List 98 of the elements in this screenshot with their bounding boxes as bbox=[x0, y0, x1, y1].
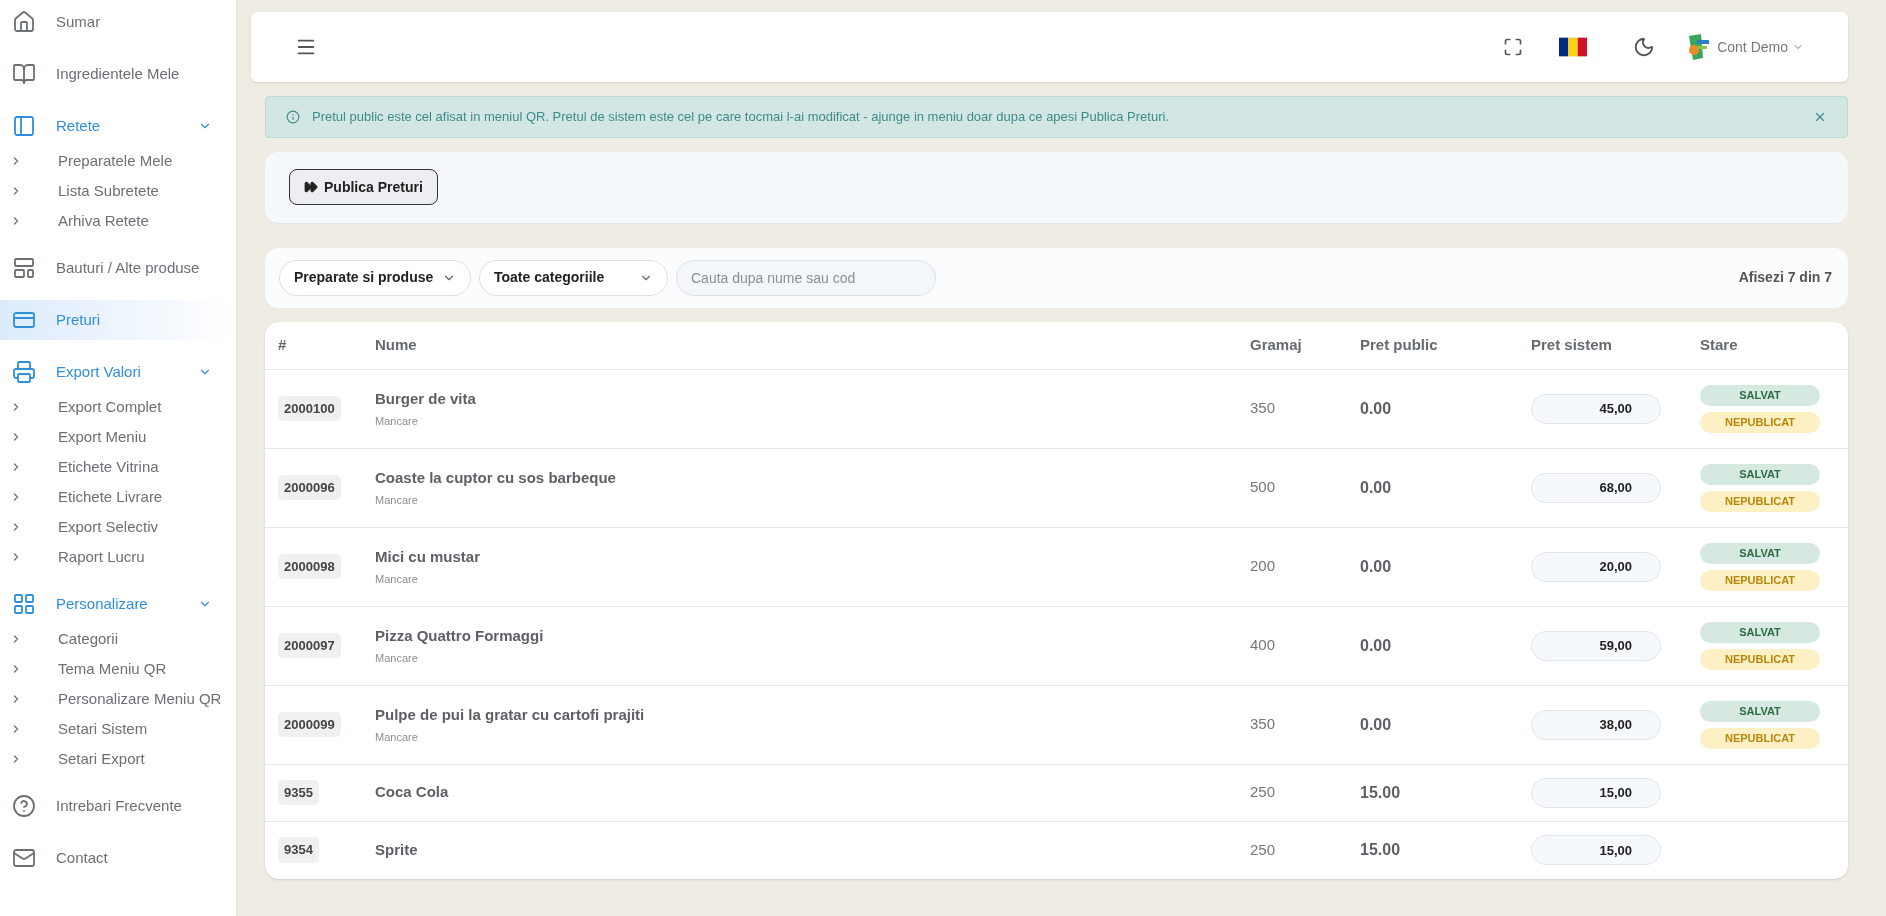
public-price: 0.00 bbox=[1360, 556, 1393, 577]
status-badge: SALVAT bbox=[1700, 700, 1820, 722]
search-field[interactable]: Cauta dupa nume sau cod bbox=[676, 259, 936, 296]
status-badge: SALVAT bbox=[1700, 384, 1820, 406]
fullscreen-icon[interactable] bbox=[1503, 37, 1524, 57]
public-price: 0.00 bbox=[1360, 477, 1393, 498]
system-price-field[interactable]: 20,00 bbox=[1531, 551, 1661, 582]
submenu-item[interactable]: Arhiva Retete bbox=[0, 206, 236, 236]
status-badge: NEPUBLICAT bbox=[1700, 648, 1820, 670]
public-price: 0.00 bbox=[1360, 714, 1393, 735]
sidebar-item[interactable]: Intrebari Frecvente bbox=[0, 786, 236, 826]
layout-icon bbox=[12, 256, 36, 280]
mail-icon bbox=[12, 846, 36, 870]
submenu-item[interactable]: Personalizare Meniu QR bbox=[0, 684, 236, 714]
column-header: Pret sistem bbox=[1531, 334, 1613, 355]
column-header: Stare bbox=[1700, 334, 1739, 355]
public-price: 0.00 bbox=[1360, 635, 1393, 656]
weight-cell-text: 500 bbox=[1250, 477, 1277, 498]
account-menu[interactable]: Cont Demo bbox=[1683, 32, 1804, 62]
weight-cell-text: 400 bbox=[1250, 635, 1277, 656]
status-badge: NEPUBLICAT bbox=[1700, 490, 1820, 512]
status-badge: NEPUBLICAT bbox=[1700, 411, 1820, 433]
weight-cell-text: 250 bbox=[1250, 839, 1277, 860]
product-code: 2000096 bbox=[278, 474, 341, 501]
product-category: Mancare bbox=[375, 414, 419, 429]
panel-icon bbox=[12, 114, 36, 138]
status-badge: SALVAT bbox=[1700, 621, 1820, 643]
sidebar-item[interactable]: Retete bbox=[0, 106, 236, 146]
submenu-item[interactable]: Setari Sistem bbox=[0, 714, 236, 744]
type-select[interactable]: Preparate si produse bbox=[279, 259, 471, 296]
category-select[interactable]: Toate categoriile bbox=[479, 259, 668, 296]
sidebar-item[interactable]: Export Valori bbox=[0, 352, 236, 392]
weight-cell-text: 200 bbox=[1250, 556, 1277, 577]
system-price-field[interactable]: 59,00 bbox=[1531, 630, 1661, 661]
product-code: 2000098 bbox=[278, 553, 341, 580]
submenu-item[interactable]: Export Meniu bbox=[0, 422, 236, 452]
public-price: 0.00 bbox=[1360, 398, 1393, 419]
grid-icon bbox=[12, 592, 36, 616]
weight-cell-text: 350 bbox=[1250, 398, 1277, 419]
system-price-field[interactable]: 15,00 bbox=[1531, 835, 1661, 865]
public-price: 15.00 bbox=[1360, 782, 1402, 803]
product-code: 2000097 bbox=[278, 632, 341, 659]
moon-icon[interactable] bbox=[1633, 36, 1656, 58]
column-header: Gramaj bbox=[1250, 334, 1303, 355]
product-category: Mancare bbox=[375, 493, 419, 508]
submenu-item[interactable]: Export Selectiv bbox=[0, 512, 236, 542]
product-category: Mancare bbox=[375, 572, 419, 587]
printer-icon bbox=[12, 360, 36, 384]
product-name: Coca Cola bbox=[375, 782, 450, 803]
product-name: Sprite bbox=[375, 839, 419, 860]
fast-forward-icon bbox=[304, 180, 318, 194]
info-icon bbox=[286, 109, 300, 124]
publish-button[interactable]: Publica Preturi bbox=[289, 169, 438, 205]
flag-icon[interactable] bbox=[1559, 37, 1588, 57]
status-badge: NEPUBLICAT bbox=[1700, 569, 1820, 591]
sidebar-item[interactable]: Personalizare bbox=[0, 584, 236, 624]
book-icon bbox=[12, 62, 36, 86]
system-price-field[interactable]: 45,00 bbox=[1531, 393, 1661, 424]
system-price-field[interactable]: 68,00 bbox=[1531, 472, 1661, 503]
system-price-field[interactable]: 38,00 bbox=[1531, 709, 1661, 740]
submenu-item[interactable]: Lista Subretete bbox=[0, 176, 236, 206]
public-price: 15.00 bbox=[1360, 840, 1402, 860]
product-code: 2000099 bbox=[278, 711, 341, 738]
product-code: 9354 bbox=[278, 837, 319, 863]
submenu-item[interactable]: Etichete Livrare bbox=[0, 482, 236, 512]
home-icon bbox=[12, 10, 36, 34]
sidebar-item[interactable]: Bauturi / Alte produse bbox=[0, 248, 236, 288]
status-badge: SALVAT bbox=[1700, 463, 1820, 485]
help-icon bbox=[12, 794, 36, 818]
column-header: # bbox=[278, 334, 288, 355]
product-code: 2000100 bbox=[278, 395, 341, 422]
submenu-item[interactable]: Setari Export bbox=[0, 744, 236, 774]
product-category: Mancare bbox=[375, 651, 419, 666]
result-count: Afisezi 7 din 7 bbox=[1738, 268, 1833, 287]
submenu-item[interactable]: Raport Lucru bbox=[0, 542, 236, 572]
column-header: Nume bbox=[375, 334, 418, 355]
submenu-item[interactable]: Export Complet bbox=[0, 392, 236, 422]
submenu-item[interactable]: Categorii bbox=[0, 624, 236, 654]
product-name: Mici cu mustar bbox=[375, 546, 482, 567]
system-price-field[interactable]: 15,00 bbox=[1531, 777, 1661, 808]
submenu-item[interactable]: Preparatele Mele bbox=[0, 146, 236, 176]
sidebar-item[interactable]: Sumar bbox=[0, 2, 236, 42]
product-name: Coaste la cuptor cu sos barbeque bbox=[375, 467, 617, 488]
info-alert: Pretul public este cel afisat in meniul QR. Pretul de sistem este cel pe care tocmai l-ai modificat - ajunge in meniu doar dupa ce apesi Publica Preturi. bbox=[265, 96, 1848, 138]
status-badge: NEPUBLICAT bbox=[1700, 727, 1820, 749]
sidebar-item[interactable]: Ingredientele Mele bbox=[0, 54, 236, 94]
product-category: Mancare bbox=[375, 730, 419, 745]
product-name: Pulpe de pui la gratar cu cartofi prajiti bbox=[375, 704, 646, 725]
weight-cell-text: 350 bbox=[1250, 714, 1277, 735]
product-name: Pizza Quattro Formaggi bbox=[375, 625, 545, 646]
sidebar-item[interactable]: Contact bbox=[0, 838, 236, 878]
submenu-item[interactable]: Tema Meniu QR bbox=[0, 654, 236, 684]
column-header: Pret public bbox=[1360, 334, 1439, 355]
weight-cell-text: 250 bbox=[1250, 782, 1277, 803]
product-code: 9355 bbox=[278, 779, 319, 806]
status-badge: SALVAT bbox=[1700, 542, 1820, 564]
submenu-item[interactable]: Etichete Vitrina bbox=[0, 452, 236, 482]
product-name: Burger de vita bbox=[375, 388, 477, 409]
